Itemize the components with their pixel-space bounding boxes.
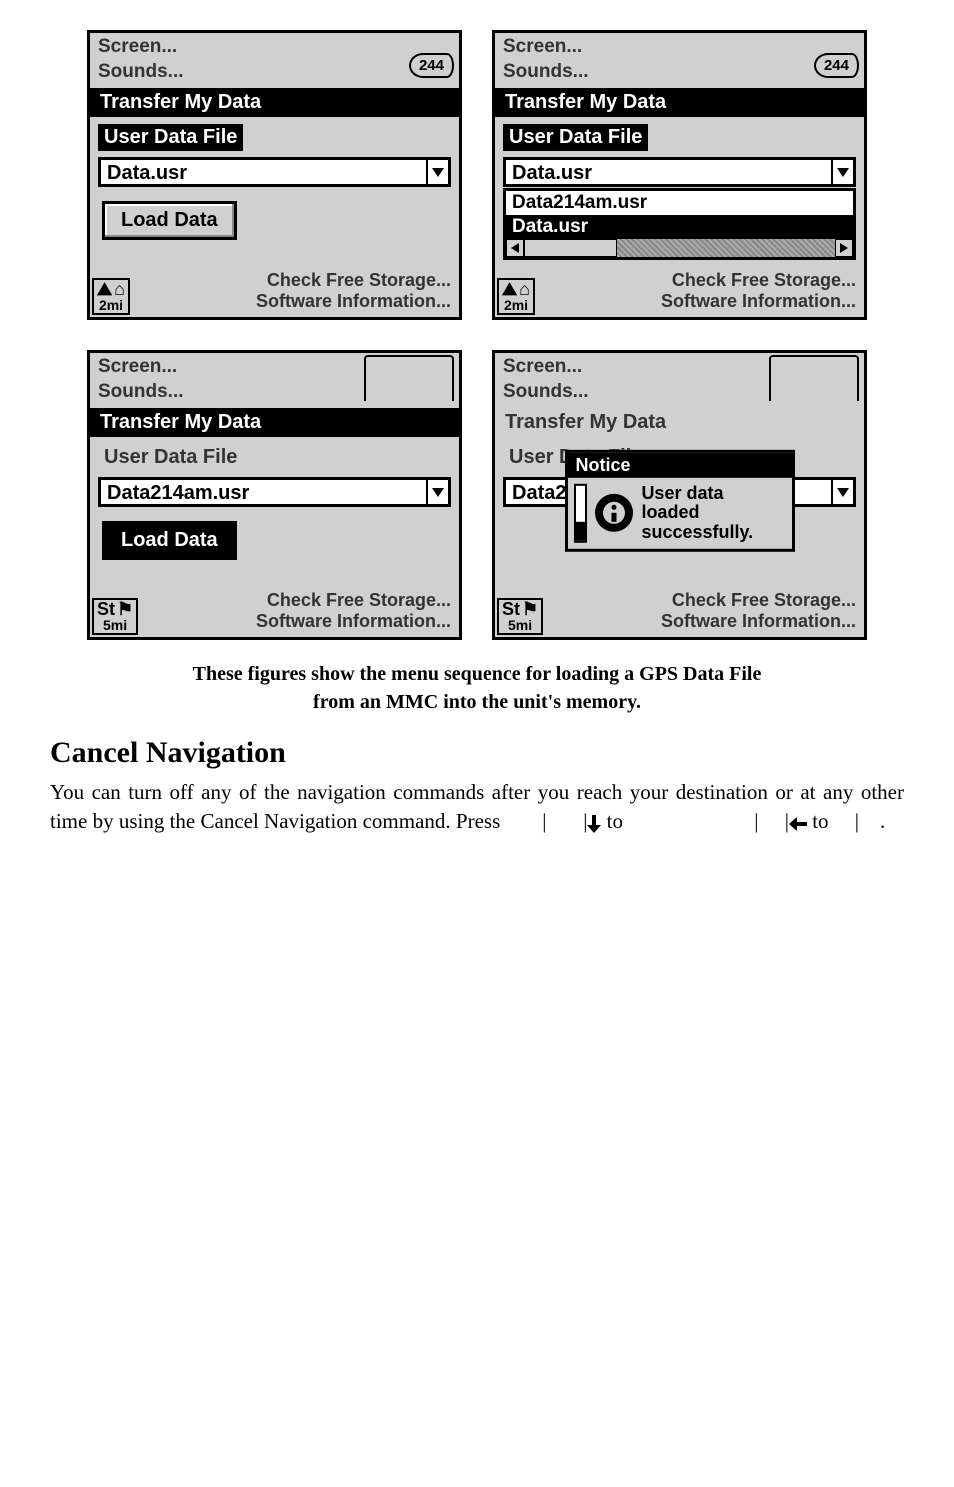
- info-icon: [595, 494, 633, 532]
- menu-check-storage[interactable]: Check Free Storage...: [495, 270, 856, 292]
- battery-indicator: [574, 483, 588, 542]
- file-dropdown[interactable]: Data.usr: [98, 157, 451, 187]
- menu-software-info[interactable]: Software Information...: [495, 291, 856, 313]
- bottom-menu: Check Free Storage... Software Informati…: [90, 270, 459, 317]
- user-data-label: User Data File: [98, 124, 243, 151]
- dropdown-value: Data.usr: [101, 160, 426, 184]
- scale-widget: ⛰⌂ 2mi: [92, 278, 130, 315]
- top-menu: Screen... Sounds... 244: [90, 33, 459, 88]
- dropdown-option-selected[interactable]: Data.usr: [506, 215, 853, 239]
- section-title: Transfer My Data: [495, 408, 864, 437]
- section-title: Transfer My Data: [495, 88, 864, 117]
- load-button-highlighted[interactable]: Load Data: [102, 521, 237, 560]
- bottom-menu: Check Free Storage... Software Informati…: [495, 270, 864, 317]
- scroll-right-icon[interactable]: [835, 239, 853, 257]
- horizontal-scrollbar[interactable]: [506, 239, 853, 257]
- menu-check-storage[interactable]: Check Free Storage...: [495, 590, 856, 612]
- scroll-thumb[interactable]: [524, 239, 617, 257]
- top-menu: Screen... Sounds... 244: [495, 33, 864, 88]
- menu-check-storage[interactable]: Check Free Storage...: [90, 270, 451, 292]
- screen-2: Screen... Sounds... 244 Transfer My Data…: [492, 30, 867, 320]
- section-heading: Cancel Navigation: [50, 736, 904, 770]
- arrow-left-icon: [789, 817, 807, 831]
- body-paragraph: You can turn off any of the navigation c…: [50, 778, 904, 837]
- notice-dialog: Notice User data loaded successfully.: [565, 449, 795, 551]
- screen-1: Screen... Sounds... 244 Transfer My Data…: [87, 30, 462, 320]
- chevron-down-icon[interactable]: [831, 160, 853, 184]
- top-menu: Screen... Sounds...: [90, 353, 459, 408]
- scale-widget: St⚑ 5mi: [92, 598, 138, 635]
- chevron-down-icon[interactable]: [831, 480, 853, 504]
- menu-item-screen[interactable]: Screen...: [98, 35, 451, 60]
- user-data-label: User Data File: [503, 124, 648, 151]
- bottom-menu: Check Free Storage... Software Informati…: [90, 590, 459, 637]
- notice-text: User data loaded successfully.: [641, 483, 785, 542]
- dropdown-value: Data.usr: [506, 160, 831, 184]
- dropdown-value: Data214am.usr: [101, 480, 426, 504]
- dropdown-list[interactable]: Data214am.usr Data.usr: [503, 188, 856, 260]
- notice-title: Notice: [568, 452, 792, 477]
- arrow-down-icon: [587, 815, 601, 833]
- load-button[interactable]: Load Data: [102, 201, 237, 240]
- top-menu: Screen... Sounds...: [495, 353, 864, 408]
- menu-software-info[interactable]: Software Information...: [495, 611, 856, 633]
- menu-software-info[interactable]: Software Information...: [90, 611, 451, 633]
- screen-4: Screen... Sounds... Transfer My Data Use…: [492, 350, 867, 640]
- user-data-label: User Data File: [98, 444, 243, 471]
- figure-caption: These figures show the menu sequence for…: [77, 660, 877, 716]
- empty-panel: [364, 355, 454, 401]
- file-dropdown[interactable]: Data.usr: [503, 157, 856, 187]
- chevron-down-icon[interactable]: [426, 160, 448, 184]
- chevron-down-icon[interactable]: [426, 480, 448, 504]
- dropdown-option[interactable]: Data214am.usr: [506, 191, 853, 215]
- menu-item-screen[interactable]: Screen...: [503, 35, 856, 60]
- screen-3: Screen... Sounds... Transfer My Data Use…: [87, 350, 462, 640]
- menu-check-storage[interactable]: Check Free Storage...: [90, 590, 451, 612]
- badge-number: 244: [814, 53, 859, 78]
- scroll-left-icon[interactable]: [506, 239, 524, 257]
- empty-panel: [769, 355, 859, 401]
- section-title: Transfer My Data: [90, 408, 459, 437]
- scale-widget: ⛰⌂ 2mi: [497, 278, 535, 315]
- scale-widget: St⚑ 5mi: [497, 598, 543, 635]
- menu-item-sounds[interactable]: Sounds...: [98, 60, 451, 85]
- section-title: Transfer My Data: [90, 88, 459, 117]
- badge-number: 244: [409, 53, 454, 78]
- menu-item-sounds[interactable]: Sounds...: [503, 60, 856, 85]
- file-dropdown[interactable]: Data214am.usr: [98, 477, 451, 507]
- menu-software-info[interactable]: Software Information...: [90, 291, 451, 313]
- bottom-menu: Check Free Storage... Software Informati…: [495, 590, 864, 637]
